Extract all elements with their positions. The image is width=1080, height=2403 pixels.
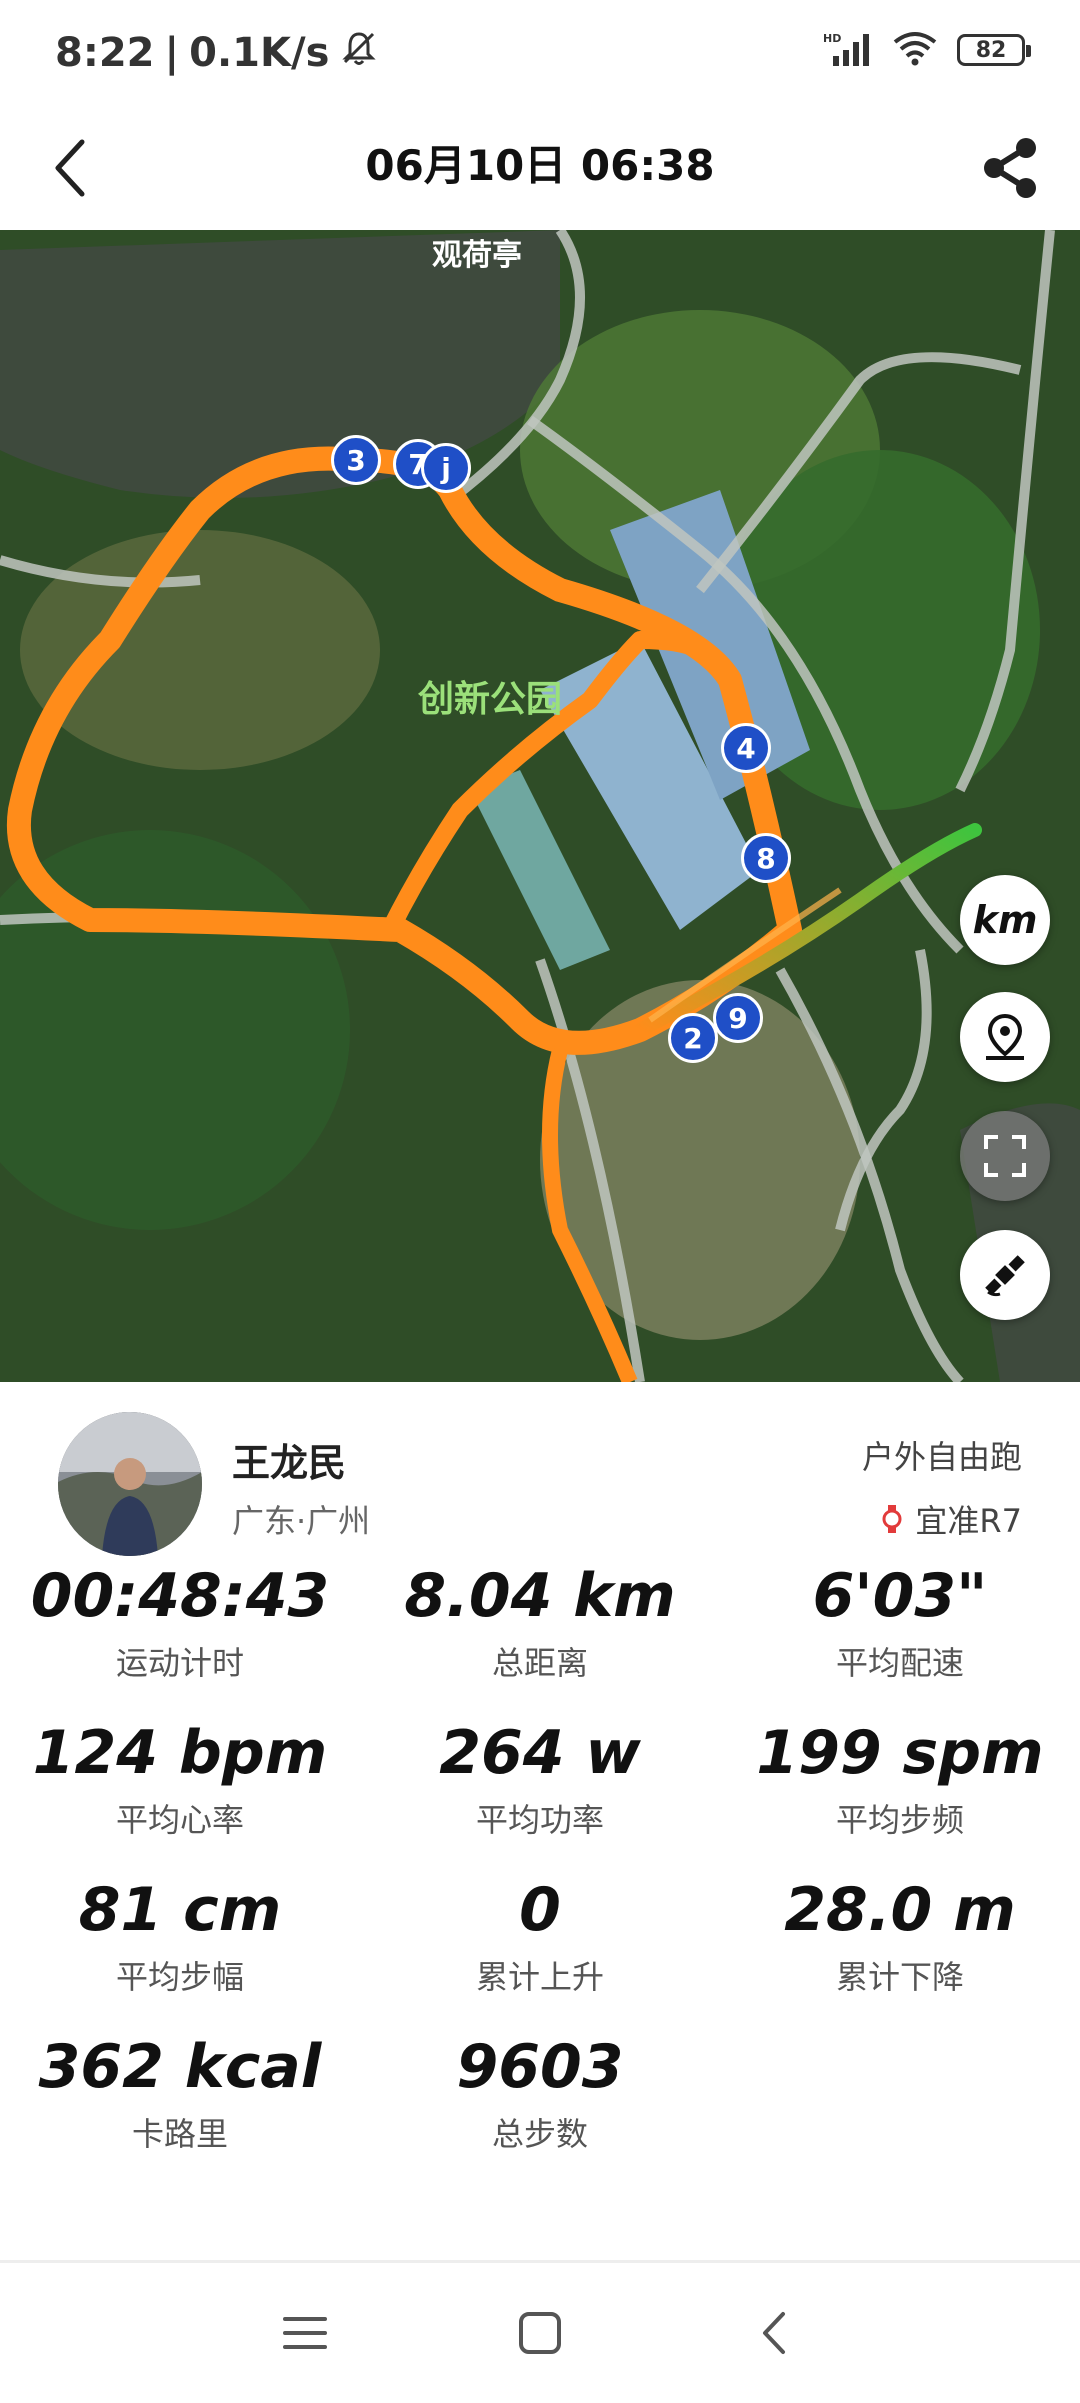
- home-button[interactable]: [505, 2303, 575, 2363]
- stat-stride: 81 cm 平均步幅: [0, 1874, 360, 1998]
- signal-icon: HD: [823, 30, 873, 70]
- page-title: 06月10日 06:38: [365, 141, 715, 190]
- stat-value: 124 bpm: [32, 1718, 328, 1788]
- satellite-map-background: [0, 230, 1080, 1382]
- stat-label: 卡路里: [131, 2115, 228, 2153]
- units-toggle-button[interactable]: km: [960, 875, 1050, 965]
- avatar[interactable]: [58, 1412, 202, 1556]
- stat-calories: 362 kcal 卡路里: [0, 2031, 360, 2155]
- stat-value: 81 cm: [78, 1875, 282, 1945]
- place-label-pavilion: 观荷亭: [432, 238, 522, 273]
- device-name: 宜准R7: [915, 1502, 1022, 1540]
- app-header: 06月10日 06:38: [0, 110, 1080, 230]
- stat-pace: 6'03" 平均配速: [720, 1560, 1080, 1684]
- user-name: 王龙民: [232, 1441, 347, 1485]
- stat-heart-rate: 124 bpm 平均心率: [0, 1717, 360, 1841]
- km-marker-3[interactable]: 3: [331, 435, 381, 485]
- km-marker-4[interactable]: 4: [721, 723, 771, 773]
- stat-value: 6'03": [812, 1561, 988, 1631]
- stat-steps: 9603 总步数: [360, 2031, 720, 2155]
- share-button[interactable]: [970, 128, 1050, 208]
- stat-ascent: 0 累计上升: [360, 1874, 720, 1998]
- stat-value: 9603: [456, 2032, 624, 2102]
- battery-icon: 82: [957, 34, 1031, 66]
- stat-label: 总距离: [491, 1644, 588, 1682]
- units-label: km: [972, 898, 1038, 942]
- stat-label: 累计上升: [475, 1958, 604, 1996]
- stat-value: 28.0 m: [784, 1875, 1016, 1945]
- share-icon: [984, 138, 1036, 198]
- profile-section: 王龙民 广东·广州 户外自由跑 宜准R7: [0, 1382, 1080, 1562]
- status-left: 8:22 | 0.1K/s: [55, 28, 379, 78]
- stat-value: 362 kcal: [38, 2032, 322, 2102]
- stat-label: 平均步幅: [115, 1958, 244, 1996]
- stat-value: 199 spm: [756, 1718, 1044, 1788]
- activity-type: 户外自由跑: [861, 1438, 1022, 1476]
- status-right: HD 82: [823, 30, 1031, 70]
- svg-text:HD: HD: [823, 32, 841, 45]
- expand-icon: [984, 1135, 1026, 1177]
- stat-label: 运动计时: [115, 1644, 244, 1682]
- fullscreen-button[interactable]: [960, 1111, 1050, 1201]
- locate-button[interactable]: [960, 992, 1050, 1082]
- menu-button[interactable]: [270, 2303, 340, 2363]
- stat-label: 总步数: [491, 2115, 588, 2153]
- stat-value: 0: [519, 1875, 561, 1945]
- place-label-park: 创新公园: [418, 679, 563, 720]
- location-pin-icon: [986, 1013, 1024, 1060]
- km-marker-9[interactable]: 9: [713, 993, 763, 1043]
- user-photo: [58, 1412, 202, 1556]
- route-map[interactable]: 观荷亭 创新公园 3 7 j 4 8 2 9 km: [0, 230, 1080, 1382]
- nav-back-button[interactable]: [740, 2303, 810, 2363]
- system-nav-bar: [0, 2260, 1080, 2403]
- wifi-icon: [891, 30, 939, 70]
- home-square-icon: [519, 2312, 561, 2354]
- km-marker-8[interactable]: 8: [741, 833, 791, 883]
- status-bar: 8:22 | 0.1K/s HD 82: [0, 0, 1080, 110]
- satellite-view-button[interactable]: [960, 1230, 1050, 1320]
- mute-icon: [339, 28, 379, 78]
- stat-label: 平均步频: [835, 1801, 964, 1839]
- stat-cadence: 199 spm 平均步频: [720, 1717, 1080, 1841]
- km-marker-2[interactable]: 2: [668, 1013, 718, 1063]
- back-triangle-icon: [763, 2312, 785, 2354]
- stat-distance: 8.04 km 总距离: [360, 1560, 720, 1684]
- user-location: 广东·广州: [232, 1502, 371, 1540]
- satellite-icon: [985, 1255, 1025, 1297]
- device-info: 宜准R7: [881, 1496, 1022, 1542]
- stat-value: 264 w: [439, 1718, 641, 1788]
- stat-label: 累计下降: [835, 1958, 964, 1996]
- watch-icon: [882, 1505, 902, 1533]
- menu-icon: [283, 2317, 327, 2349]
- stat-power: 264 w 平均功率: [360, 1717, 720, 1841]
- stat-label: 平均配速: [835, 1644, 964, 1682]
- stat-descent: 28.0 m 累计下降: [720, 1874, 1080, 1998]
- network-speed: 0.1K/s: [189, 30, 330, 76]
- stat-duration: 00:48:43 运动计时: [0, 1560, 360, 1684]
- stat-value: 00:48:43: [30, 1561, 330, 1631]
- stat-label: 平均功率: [475, 1801, 604, 1839]
- stat-value: 8.04 km: [404, 1561, 676, 1631]
- stat-label: 平均心率: [115, 1801, 244, 1839]
- status-time: 8:22: [55, 30, 155, 76]
- km-marker-j[interactable]: j: [421, 443, 471, 493]
